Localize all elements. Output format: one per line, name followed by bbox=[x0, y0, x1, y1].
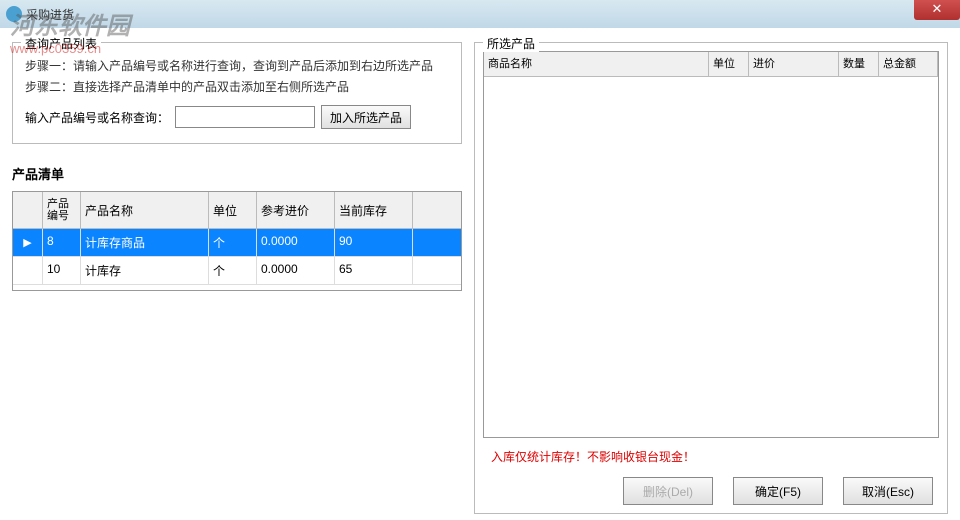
cell-unit: 个 bbox=[209, 229, 257, 256]
cell-stock: 90 bbox=[335, 229, 413, 256]
window-title: 采购进货 bbox=[26, 6, 74, 23]
close-button[interactable]: ✕ bbox=[914, 0, 960, 20]
add-selected-button[interactable]: 加入所选产品 bbox=[321, 105, 411, 129]
query-panel-legend: 查询产品列表 bbox=[21, 35, 101, 52]
product-grid-header: 产品编号 产品名称 单位 参考进价 当前库存 bbox=[13, 192, 461, 229]
cancel-button[interactable]: 取消(Esc) bbox=[843, 477, 933, 505]
selected-products-panel: 所选产品 商品名称 单位 进价 数量 总金额 入库仅统计库存！不影响收银台现金！… bbox=[474, 42, 948, 514]
cell-ref-price: 0.0000 bbox=[257, 257, 335, 284]
product-grid: 产品编号 产品名称 单位 参考进价 当前库存 ▶ 8 计库存商品 个 0.000… bbox=[12, 191, 462, 291]
cell-id: 8 bbox=[43, 229, 81, 256]
warning-text: 入库仅统计库存！不影响收银台现金！ bbox=[491, 448, 939, 465]
step2-text: 步骤二：直接选择产品清单中的产品双击添加至右侧所选产品 bbox=[25, 78, 449, 95]
row-indicator bbox=[13, 257, 43, 284]
app-icon bbox=[6, 6, 22, 22]
current-row-icon: ▶ bbox=[23, 236, 31, 249]
selected-grid-header: 商品名称 单位 进价 数量 总金额 bbox=[484, 52, 938, 77]
search-input[interactable] bbox=[175, 106, 315, 128]
query-panel: 查询产品列表 步骤一：请输入产品编号或名称进行查询，查询到产品后添加到右边所选产… bbox=[12, 42, 462, 144]
col-unit[interactable]: 单位 bbox=[209, 192, 257, 228]
col-name[interactable]: 产品名称 bbox=[81, 192, 209, 228]
table-row[interactable]: 10 计库存 个 0.0000 65 bbox=[13, 257, 461, 285]
search-label: 输入产品编号或名称查询： bbox=[25, 109, 169, 126]
cell-stock: 65 bbox=[335, 257, 413, 284]
col-unit[interactable]: 单位 bbox=[709, 52, 749, 76]
indicator-header bbox=[13, 192, 43, 228]
col-qty[interactable]: 数量 bbox=[839, 52, 879, 76]
selected-panel-legend: 所选产品 bbox=[483, 35, 539, 52]
step1-text: 步骤一：请输入产品编号或名称进行查询，查询到产品后添加到右边所选产品 bbox=[25, 57, 449, 74]
cell-name: 计库存商品 bbox=[81, 229, 209, 256]
table-row[interactable]: ▶ 8 计库存商品 个 0.0000 90 bbox=[13, 229, 461, 257]
titlebar: 采购进货 ✕ bbox=[0, 0, 960, 28]
cell-ref-price: 0.0000 bbox=[257, 229, 335, 256]
col-in-price[interactable]: 进价 bbox=[749, 52, 839, 76]
col-id[interactable]: 产品编号 bbox=[43, 192, 81, 228]
cell-id: 10 bbox=[43, 257, 81, 284]
selected-grid: 商品名称 单位 进价 数量 总金额 bbox=[483, 51, 939, 438]
col-stock[interactable]: 当前库存 bbox=[335, 192, 413, 228]
row-indicator: ▶ bbox=[13, 229, 43, 256]
confirm-button[interactable]: 确定(F5) bbox=[733, 477, 823, 505]
col-ref-price[interactable]: 参考进价 bbox=[257, 192, 335, 228]
col-product-name[interactable]: 商品名称 bbox=[484, 52, 709, 76]
product-list-title: 产品清单 bbox=[12, 164, 462, 183]
delete-button: 删除(Del) bbox=[623, 477, 713, 505]
cell-unit: 个 bbox=[209, 257, 257, 284]
cell-name: 计库存 bbox=[81, 257, 209, 284]
col-total[interactable]: 总金额 bbox=[879, 52, 938, 76]
